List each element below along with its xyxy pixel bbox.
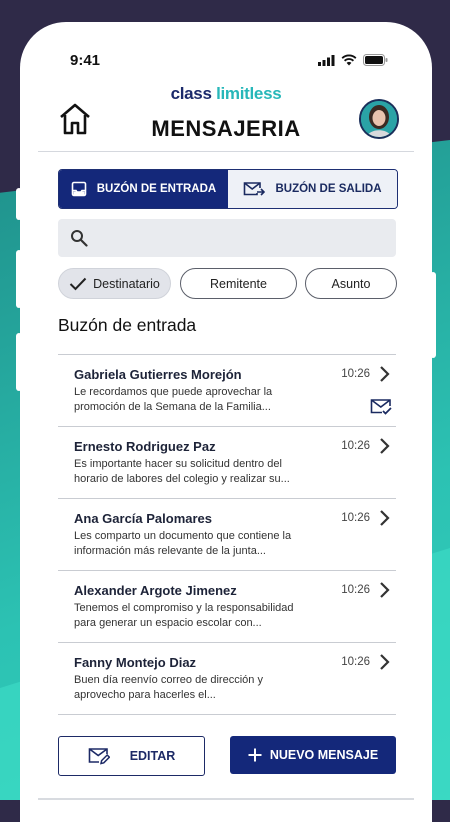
message-sender: Ernesto Rodriguez Paz	[74, 439, 216, 454]
plus-icon	[248, 748, 262, 762]
battery-icon	[363, 54, 388, 66]
message-preview: Les comparto un documento que contiene l…	[74, 530, 292, 557]
status-icons	[318, 54, 388, 66]
new-message-button-label: NUEVO MENSAJE	[269, 748, 379, 762]
message-time: 10:26	[341, 368, 370, 380]
message-time: 10:26	[341, 440, 370, 452]
message-item[interactable]: Ernesto Rodriguez Paz Es importante hace…	[58, 426, 396, 498]
header-divider	[38, 151, 414, 152]
chevron-right-icon[interactable]	[378, 581, 392, 599]
filter-label: Asunto	[331, 276, 371, 291]
new-message-button[interactable]: NUEVO MENSAJE	[230, 736, 396, 774]
status-time: 9:41	[70, 52, 101, 69]
chevron-right-icon[interactable]	[378, 437, 392, 455]
chevron-right-icon[interactable]	[378, 509, 392, 527]
status-bar: 9:41	[20, 22, 432, 92]
message-item[interactable]: Ana García Palomares Les comparto un doc…	[58, 498, 396, 570]
mail-read-icon	[370, 399, 392, 415]
phone-screen: 9:41 class limitless MENSAJERIA BUZÓN DE…	[20, 22, 432, 822]
edit-mail-icon	[88, 748, 110, 765]
message-sender: Fanny Montejo Diaz	[74, 655, 197, 670]
profile-photo-icon	[361, 101, 397, 137]
wifi-icon	[341, 54, 357, 66]
message-preview: Es importante hacer su solicitud dentro …	[74, 458, 290, 485]
section-title: Buzón de entrada	[58, 315, 197, 335]
filter-chip-destinatario[interactable]: Destinatario	[58, 268, 171, 299]
message-sender: Ana García Palomares	[74, 511, 213, 526]
mailbox-tabs: BUZÓN DE ENTRADA BUZÓN DE SALIDA	[58, 169, 398, 209]
logo-text-limitless: limitless	[216, 84, 282, 103]
message-sender: Gabriela Gutierres Morejón	[74, 367, 242, 382]
edit-button[interactable]: EDITAR	[58, 736, 205, 776]
filter-label: Remitente	[210, 276, 267, 291]
signal-icon	[318, 54, 335, 66]
tab-outbox[interactable]: BUZÓN DE SALIDA	[228, 170, 397, 208]
message-preview: Tenemos el compromiso y la responsabilid…	[74, 602, 294, 629]
filter-chip-remitente[interactable]: Remitente	[180, 268, 297, 299]
search-input[interactable]	[100, 219, 390, 259]
chevron-right-icon[interactable]	[378, 365, 392, 383]
message-preview: Le recordamos que puede aprovechar la pr…	[74, 386, 273, 413]
filter-label: Destinatario	[93, 276, 160, 291]
message-item[interactable]: Gabriela Gutierres Morejón Le recordamos…	[58, 354, 396, 426]
tab-inbox[interactable]: BUZÓN DE ENTRADA	[59, 170, 228, 208]
tab-outbox-label: BUZÓN DE SALIDA	[275, 183, 382, 195]
check-icon	[69, 277, 87, 290]
tab-inbox-label: BUZÓN DE ENTRADA	[96, 183, 217, 195]
edit-button-label: EDITAR	[129, 749, 176, 763]
filter-chip-asunto[interactable]: Asunto	[305, 268, 397, 299]
message-item[interactable]: Alexander Argote Jimenez Tenemos el comp…	[58, 570, 396, 642]
message-preview: Buen día reenvío correo de dirección y a…	[74, 674, 263, 701]
search-bar	[58, 219, 396, 259]
message-sender: Alexander Argote Jimenez	[74, 583, 237, 598]
message-list: Gabriela Gutierres Morejón Le recordamos…	[58, 354, 396, 715]
message-item[interactable]: Fanny Montejo Diaz Buen día reenvío corr…	[58, 642, 396, 715]
inbox-icon	[71, 181, 87, 197]
message-time: 10:26	[341, 584, 370, 596]
message-time: 10:26	[341, 512, 370, 524]
send-mail-icon	[244, 182, 266, 196]
avatar[interactable]	[359, 99, 399, 139]
chevron-right-icon[interactable]	[378, 653, 392, 671]
search-icon	[71, 230, 88, 247]
logo-text-class: class	[170, 84, 212, 103]
message-time: 10:26	[341, 656, 370, 668]
